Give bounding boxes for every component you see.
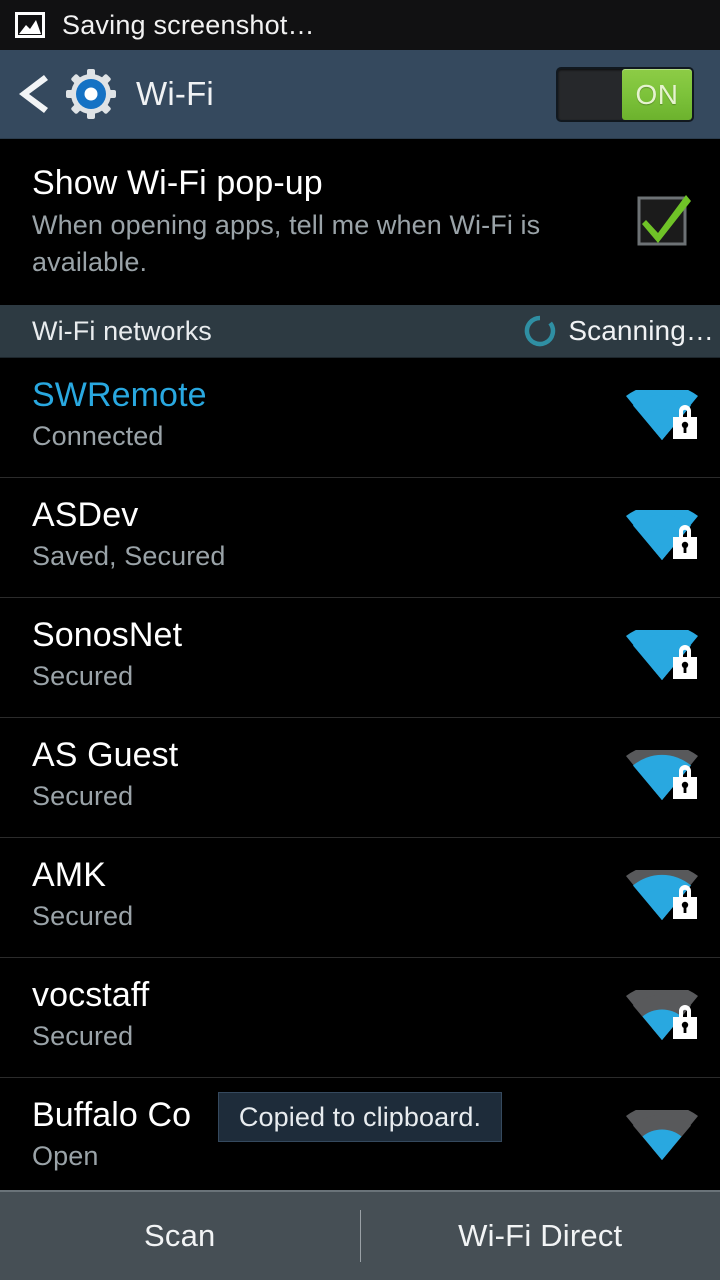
network-texts: ASDev Saved, Secured xyxy=(32,494,592,574)
back-chevron-icon[interactable] xyxy=(16,73,50,115)
network-texts: AS Guest Secured xyxy=(32,734,592,814)
network-ssid: vocstaff xyxy=(32,976,150,1014)
wifi-signal-open-icon xyxy=(626,1110,698,1160)
network-state: Secured xyxy=(32,901,134,931)
network-row[interactable]: AMK Secured xyxy=(0,838,720,958)
action-bar: Wi-Fi ON xyxy=(0,50,720,139)
wifi-networks-title: Wi-Fi networks xyxy=(32,315,212,346)
network-ssid: AMK xyxy=(32,856,106,894)
wifi-networks-section-header: Wi-Fi networks Scanning… xyxy=(0,305,720,358)
show-wifi-popup-title: Show Wi-Fi pop-up xyxy=(32,164,323,202)
scan-status-text: Scanning… xyxy=(568,315,714,346)
network-state: Saved, Secured xyxy=(32,541,226,571)
status-bar: Saving screenshot… xyxy=(0,0,720,50)
network-state: Secured xyxy=(32,661,134,691)
bottom-button-bar: Scan Wi-Fi Direct xyxy=(0,1190,720,1280)
wifi-signal-secured-icon xyxy=(626,510,698,560)
network-row[interactable]: SWRemote Connected xyxy=(0,358,720,478)
network-texts: SWRemote Connected xyxy=(32,374,592,454)
wifi-signal-secured-icon xyxy=(626,990,698,1040)
network-row[interactable]: AS Guest Secured xyxy=(0,718,720,838)
wifi-signal-secured-icon xyxy=(626,390,698,440)
network-row[interactable]: ASDev Saved, Secured xyxy=(0,478,720,598)
network-ssid: SonosNet xyxy=(32,616,183,654)
scanning-spinner-icon xyxy=(525,315,556,347)
screenshot-image-icon xyxy=(15,12,45,38)
network-state: Secured xyxy=(32,1021,134,1051)
wifi-toggle-label: ON xyxy=(635,78,679,110)
network-texts: vocstaff Secured xyxy=(32,974,592,1054)
wifi-signal-secured-icon xyxy=(626,630,698,680)
scan-status: Scanning… xyxy=(524,315,714,347)
wifi-direct-button[interactable]: Wi-Fi Direct xyxy=(361,1192,720,1280)
network-texts: AMK Secured xyxy=(32,854,592,934)
page-title: Wi-Fi xyxy=(136,75,214,112)
network-row[interactable]: SonosNet Secured xyxy=(0,598,720,718)
wifi-toggle-thumb: ON xyxy=(622,69,692,120)
show-wifi-popup-checkbox[interactable] xyxy=(634,191,692,249)
network-row[interactable]: vocstaff Secured xyxy=(0,958,720,1078)
clipboard-toast-text: Copied to clipboard. xyxy=(238,1101,482,1132)
wifi-network-list[interactable]: SWRemote Connected ASDev Saved, Secured Sono… xyxy=(0,358,720,1190)
show-wifi-popup-texts: Show Wi-Fi pop-up When opening apps, tel… xyxy=(32,161,602,281)
network-state: Connected xyxy=(32,421,164,451)
status-bar-ticker-text: Saving screenshot… xyxy=(62,9,315,40)
network-state: Open xyxy=(32,1141,99,1171)
clipboard-toast: Copied to clipboard. xyxy=(218,1092,502,1142)
network-state: Secured xyxy=(32,781,134,811)
network-ssid: AS Guest xyxy=(32,736,179,774)
wifi-signal-secured-icon xyxy=(626,750,698,800)
scan-button[interactable]: Scan xyxy=(0,1192,360,1280)
network-ssid: ASDev xyxy=(32,496,139,534)
wifi-settings-screen: Saving screenshot… Wi-Fi ON Show Wi-Fi p… xyxy=(0,0,720,1280)
settings-gear-icon[interactable] xyxy=(66,69,116,119)
show-wifi-popup-summary: When opening apps, tell me when Wi-Fi is… xyxy=(32,210,541,277)
wifi-master-toggle[interactable]: ON xyxy=(556,67,694,122)
network-texts: SonosNet Secured xyxy=(32,614,592,694)
show-wifi-popup-row[interactable]: Show Wi-Fi pop-up When opening apps, tel… xyxy=(0,139,720,305)
network-ssid: SWRemote xyxy=(32,376,207,414)
wifi-signal-secured-icon xyxy=(626,870,698,920)
